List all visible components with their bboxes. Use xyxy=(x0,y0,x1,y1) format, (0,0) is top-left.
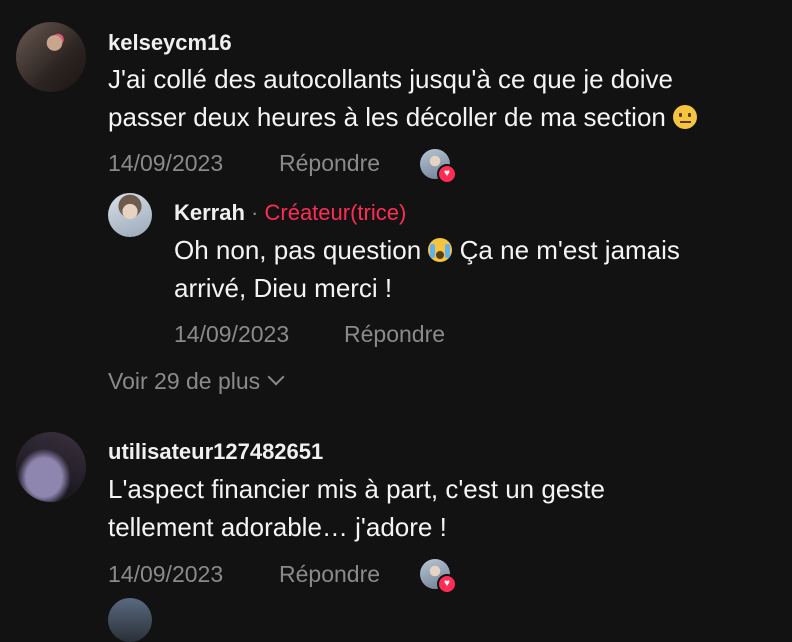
chevron-down-icon xyxy=(267,368,285,386)
heart-icon: ♥ xyxy=(437,574,457,594)
reply-text: Oh non, pas question Ça ne m'est jamais … xyxy=(174,231,784,307)
reply-text-part: Ça ne m'est jamais xyxy=(459,235,680,265)
comment-text-line: tellement adorable… j'adore ! xyxy=(108,512,447,542)
comment-date: 14/09/2023 xyxy=(108,150,224,176)
reply-text-part: Oh non, pas question xyxy=(174,235,422,265)
comment-text-line: J'ai collé des autocollants jusqu'à ce q… xyxy=(108,64,673,94)
comment-text-line: passer deux heures à les décoller de ma … xyxy=(108,102,666,132)
comment-username[interactable]: utilisateur127482651 xyxy=(108,439,323,465)
comment-text-line: L'aspect financier mis à part, c'est un … xyxy=(108,474,605,504)
reply-text-line: arrivé, Dieu merci ! xyxy=(174,273,393,303)
reply-button[interactable]: Répondre xyxy=(344,321,445,348)
comment-date: 14/09/2023 xyxy=(108,561,224,587)
view-more-label: Voir 29 de plus xyxy=(108,368,261,394)
comment-text: L'aspect financier mis à part, c'est un … xyxy=(108,470,778,546)
reply-button[interactable]: Répondre xyxy=(279,150,380,177)
avatar[interactable] xyxy=(16,22,86,92)
separator: · xyxy=(251,200,259,225)
comment-text: J'ai collé des autocollants jusqu'à ce q… xyxy=(108,60,778,136)
reply-date: 14/09/2023 xyxy=(174,321,290,347)
neutral-face-emoji xyxy=(673,105,698,129)
creator-badge: Créateur(trice) xyxy=(264,200,407,225)
crying-face-emoji xyxy=(428,238,453,262)
reply-username[interactable]: Kerrah xyxy=(174,200,245,225)
comment-username[interactable]: kelseycm16 xyxy=(108,30,232,56)
avatar[interactable] xyxy=(16,432,86,502)
reply-button[interactable]: Répondre xyxy=(279,561,380,588)
reply-username-row: Kerrah · Créateur(trice) xyxy=(174,200,406,226)
avatar[interactable] xyxy=(108,193,152,237)
heart-icon: ♥ xyxy=(437,164,457,184)
avatar[interactable] xyxy=(108,598,152,642)
view-more-replies[interactable]: Voir 29 de plus xyxy=(108,368,285,395)
